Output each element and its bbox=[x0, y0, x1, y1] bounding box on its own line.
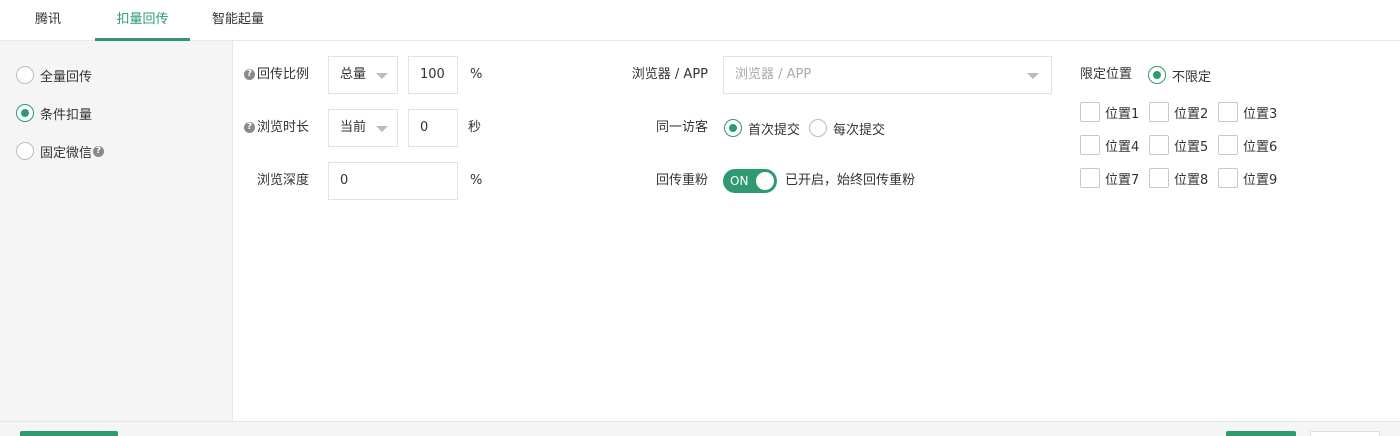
position-label: 位置7 bbox=[1105, 172, 1140, 188]
radio-selected-icon bbox=[16, 104, 34, 122]
toggle-state-text: ON bbox=[730, 174, 749, 188]
same-visitor-first-submit[interactable]: 首次提交 bbox=[724, 118, 800, 138]
browse-depth-unit: % bbox=[470, 173, 483, 188]
tab-bar: 腾讯 扣量回传 智能起量 bbox=[0, 0, 1400, 41]
mode-panel: 全量回传 条件扣量 固定微信 ? bbox=[0, 41, 233, 421]
browse-duration-label-group: ? 浏览时长 bbox=[244, 118, 309, 138]
same-visitor-option-label: 每次提交 bbox=[833, 122, 886, 138]
position-label: 位置5 bbox=[1174, 139, 1209, 155]
radio-icon bbox=[16, 142, 34, 160]
radio-selected-icon bbox=[1148, 66, 1166, 84]
browser-app-select[interactable]: 浏览器 / APP bbox=[723, 56, 1052, 94]
mode-option-full[interactable]: 全量回传 bbox=[16, 65, 92, 85]
help-icon[interactable]: ? bbox=[244, 69, 255, 80]
tab-smart-boost[interactable]: 智能起量 bbox=[200, 0, 276, 41]
return-ratio-select-value: 总量 bbox=[340, 67, 367, 82]
browse-duration-unit: 秒 bbox=[468, 120, 482, 135]
radio-icon bbox=[809, 119, 827, 137]
mode-option-label: 条件扣量 bbox=[40, 107, 93, 123]
checkbox-icon bbox=[1149, 168, 1169, 188]
checkbox-icon bbox=[1149, 102, 1169, 122]
same-visitor-label: 同一访客 bbox=[655, 120, 708, 135]
position-checkbox-1[interactable]: 位置1 bbox=[1080, 102, 1139, 122]
position-checkbox-7[interactable]: 位置7 bbox=[1080, 168, 1139, 188]
browse-duration-label: 浏览时长 bbox=[257, 120, 310, 135]
chevron-down-icon bbox=[376, 126, 388, 132]
help-icon[interactable]: ? bbox=[244, 122, 255, 133]
mode-option-fixed-wechat[interactable]: 固定微信 ? bbox=[16, 141, 105, 161]
checkbox-icon bbox=[1080, 135, 1100, 155]
mode-option-conditional[interactable]: 条件扣量 bbox=[16, 103, 92, 123]
position-label: 位置8 bbox=[1174, 172, 1209, 188]
position-unlimited-label: 不限定 bbox=[1172, 69, 1212, 85]
browser-app-label: 浏览器 / APP bbox=[631, 67, 708, 82]
repeat-fans-label: 回传重粉 bbox=[655, 173, 708, 188]
checkbox-icon bbox=[1080, 102, 1100, 122]
position-checkbox-5[interactable]: 位置5 bbox=[1149, 135, 1208, 155]
position-checkbox-9[interactable]: 位置9 bbox=[1218, 168, 1277, 188]
position-limit-label: 限定位置 bbox=[1080, 67, 1133, 82]
footer-bar bbox=[0, 421, 1400, 436]
checkbox-icon bbox=[1149, 135, 1169, 155]
chevron-down-icon bbox=[1027, 73, 1039, 79]
chevron-down-icon bbox=[376, 73, 388, 79]
same-visitor-option-label: 首次提交 bbox=[748, 122, 801, 138]
position-label: 位置3 bbox=[1243, 106, 1278, 122]
return-ratio-select[interactable]: 总量 bbox=[328, 56, 398, 94]
position-label: 位置6 bbox=[1243, 139, 1278, 155]
position-unlimited-option[interactable]: 不限定 bbox=[1148, 65, 1211, 85]
footer-primary-button[interactable] bbox=[20, 431, 118, 436]
same-visitor-every-submit[interactable]: 每次提交 bbox=[809, 118, 885, 138]
position-label: 位置4 bbox=[1105, 139, 1140, 155]
mode-option-label: 固定微信 bbox=[40, 145, 93, 161]
browse-duration-select[interactable]: 当前 bbox=[328, 109, 398, 147]
position-checkbox-4[interactable]: 位置4 bbox=[1080, 135, 1139, 155]
repeat-fans-status: 已开启，始终回传重粉 bbox=[785, 173, 916, 188]
checkbox-icon bbox=[1218, 102, 1238, 122]
return-ratio-unit: % bbox=[470, 67, 483, 82]
radio-selected-icon bbox=[724, 119, 742, 137]
browser-app-placeholder: 浏览器 / APP bbox=[735, 67, 812, 82]
return-ratio-input[interactable]: 100 bbox=[408, 56, 458, 94]
radio-icon bbox=[16, 66, 34, 84]
toggle-knob bbox=[756, 172, 774, 190]
return-ratio-label: 回传比例 bbox=[257, 67, 310, 82]
help-icon[interactable]: ? bbox=[93, 145, 105, 157]
position-checkbox-6[interactable]: 位置6 bbox=[1218, 135, 1277, 155]
repeat-fans-toggle[interactable]: ON bbox=[723, 169, 777, 193]
tab-tencent[interactable]: 腾讯 bbox=[20, 0, 76, 41]
position-checkbox-8[interactable]: 位置8 bbox=[1149, 168, 1208, 188]
footer-cancel-button[interactable] bbox=[1310, 431, 1380, 436]
mode-option-label: 全量回传 bbox=[40, 69, 93, 85]
browse-duration-select-value: 当前 bbox=[340, 120, 367, 135]
position-checkbox-2[interactable]: 位置2 bbox=[1149, 102, 1208, 122]
tab-deduct-return[interactable]: 扣量回传 bbox=[95, 0, 190, 41]
browse-depth-label: 浏览深度 bbox=[257, 173, 310, 188]
footer-confirm-button[interactable] bbox=[1226, 431, 1296, 436]
checkbox-icon bbox=[1218, 168, 1238, 188]
return-ratio-label-group: ? 回传比例 bbox=[244, 65, 309, 85]
position-label: 位置2 bbox=[1174, 106, 1209, 122]
position-label: 位置1 bbox=[1105, 106, 1140, 122]
position-checkbox-3[interactable]: 位置3 bbox=[1218, 102, 1277, 122]
checkbox-icon bbox=[1218, 135, 1238, 155]
browse-duration-input[interactable]: 0 bbox=[408, 109, 458, 147]
checkbox-icon bbox=[1080, 168, 1100, 188]
position-label: 位置9 bbox=[1243, 172, 1278, 188]
browse-depth-input[interactable]: 0 bbox=[328, 162, 458, 200]
